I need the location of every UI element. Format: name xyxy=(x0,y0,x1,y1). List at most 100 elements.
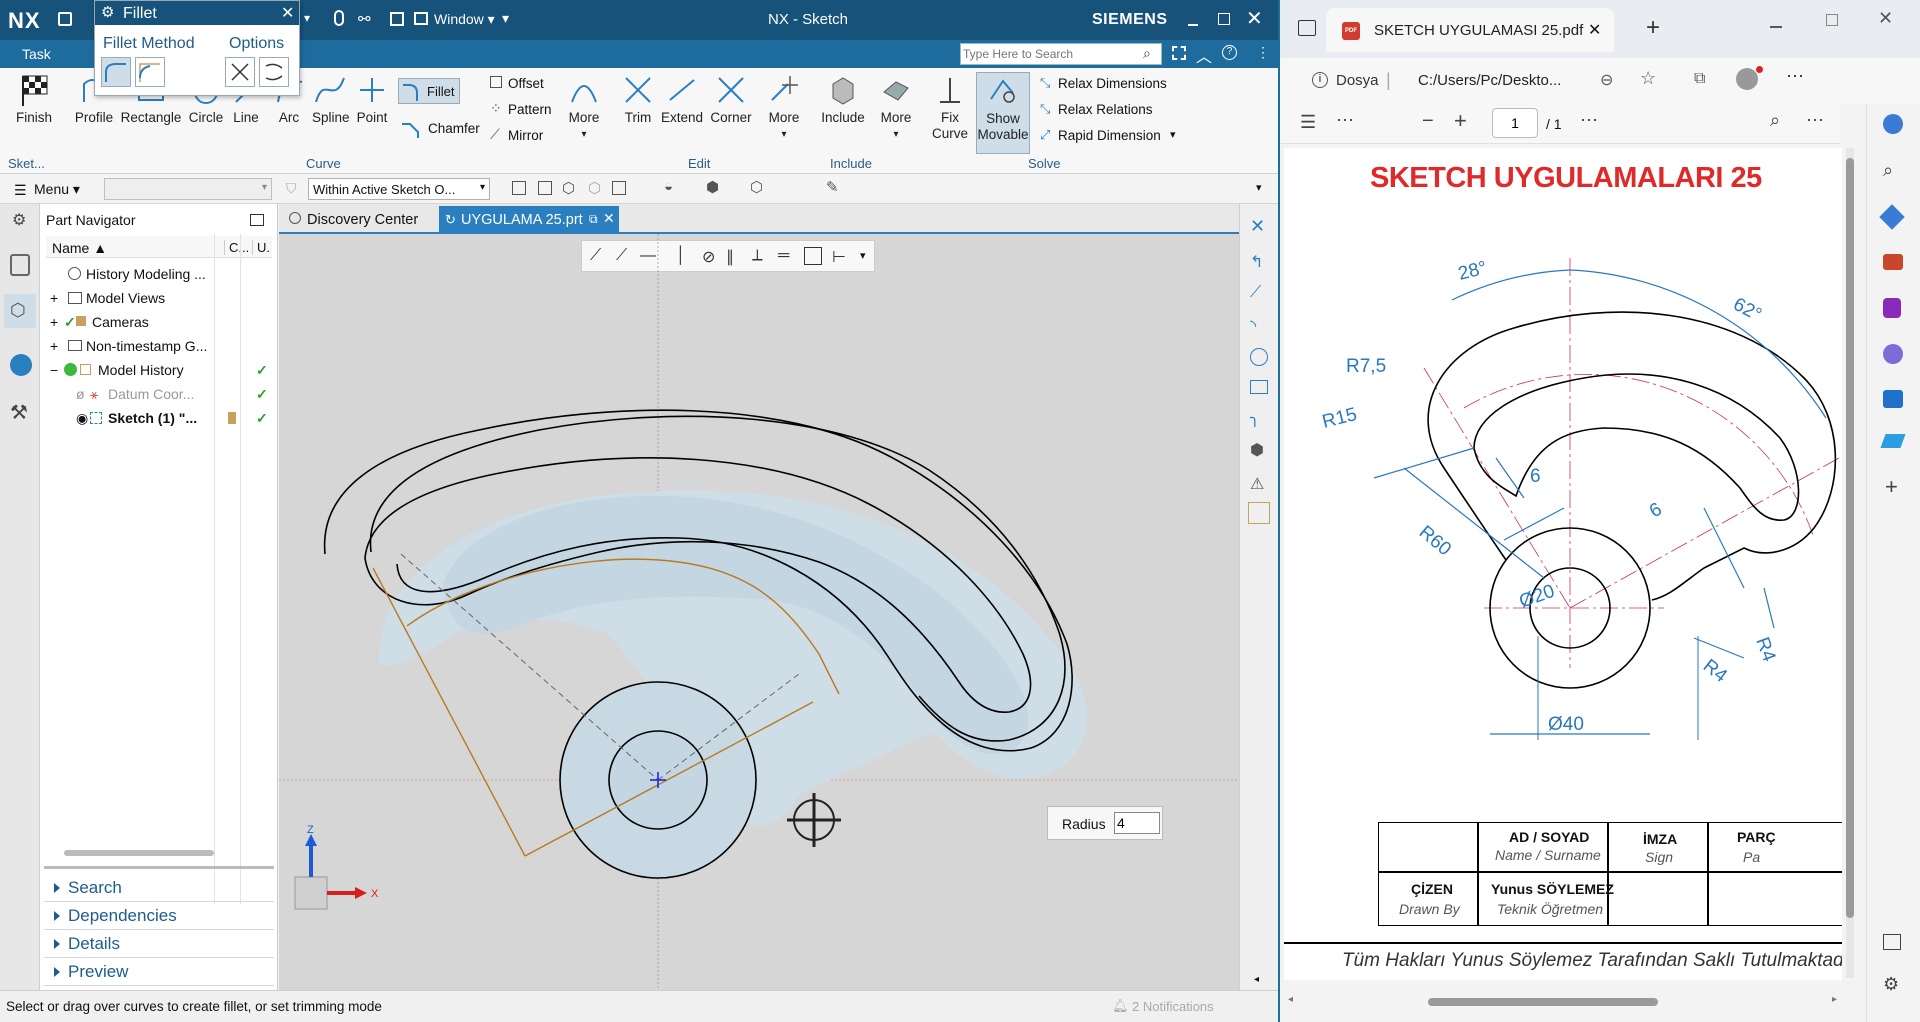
pdf-zoom-in-icon[interactable]: + xyxy=(1454,108,1467,134)
gear-icon[interactable]: ⚙ xyxy=(101,3,114,21)
fix-curve-button[interactable]: Fix Curve xyxy=(928,74,972,142)
accordion-preview[interactable]: Preview xyxy=(44,958,274,986)
column-u[interactable]: U. xyxy=(252,240,270,255)
eye-icon[interactable]: ◉ xyxy=(76,406,88,430)
search-icon[interactable]: ⌕ xyxy=(1143,45,1151,62)
hidden-eye-icon[interactable]: ø xyxy=(76,382,85,406)
browser-tab-close-icon[interactable]: ✕ xyxy=(1588,20,1601,40)
include-more-button[interactable]: More ▾ xyxy=(876,74,916,140)
tools-icon[interactable]: ⚒ xyxy=(10,400,28,425)
site-info-icon[interactable]: i xyxy=(1312,72,1328,88)
finish-button[interactable]: Finish xyxy=(12,74,56,125)
view-cube-icon[interactable]: ⬢ xyxy=(706,178,719,196)
dropdown-arrow-icon[interactable]: ▾ xyxy=(304,11,310,25)
finish-sketch-close-icon[interactable]: ✕ xyxy=(1250,216,1265,237)
zoom-out-icon[interactable]: ⊖ xyxy=(1600,70,1613,90)
add-sidebar-app-icon[interactable]: + xyxy=(1885,474,1898,500)
pdf-page-input[interactable] xyxy=(1492,108,1538,138)
navigator-splitter[interactable] xyxy=(44,866,274,869)
tree-item-history-modeling[interactable]: History Modeling ... xyxy=(46,262,272,286)
pdf-search-icon[interactable]: ⌕ xyxy=(1770,110,1780,131)
web-browser-icon[interactable] xyxy=(10,354,32,376)
close-icon[interactable]: ✕ xyxy=(1246,6,1263,31)
palette-collapse-icon[interactable]: ◂ xyxy=(1254,974,1259,985)
tools-briefcase-icon[interactable] xyxy=(1883,254,1903,270)
pdf-more-icon[interactable]: ⋯ xyxy=(1580,110,1598,131)
scroll-left-icon[interactable]: ◂ xyxy=(1288,994,1293,1005)
contents-icon[interactable]: ☰ xyxy=(1300,112,1316,133)
notifications-count[interactable]: 2 Notifications xyxy=(1132,999,1214,1014)
pdf-overflow-icon[interactable]: ⋯ xyxy=(1806,110,1824,131)
collapse-ribbon-icon[interactable]: ︿ xyxy=(1196,43,1212,67)
measure-icon[interactable]: ✎ xyxy=(826,178,839,196)
fullscreen-icon[interactable] xyxy=(1172,46,1186,60)
command-search[interactable]: ⌕ xyxy=(960,43,1162,65)
microphone-icon[interactable] xyxy=(334,10,344,26)
accordion-dependencies[interactable]: Dependencies xyxy=(44,902,274,930)
hamburger-icon[interactable]: ☰ xyxy=(14,182,27,199)
show-movable-button[interactable]: Show Movable xyxy=(976,72,1030,154)
tree-item-sketch[interactable]: ◉ Sketch (1) "... ✓ xyxy=(46,406,272,430)
customize-arrow-icon[interactable]: ▾ xyxy=(502,10,509,27)
outlook-icon[interactable] xyxy=(1883,390,1903,408)
browser-tab-pdf[interactable]: PDF SKETCH UYGULAMASI 25.pdf ✕ xyxy=(1326,8,1614,52)
select-feature-icon[interactable]: ⬡ xyxy=(588,179,601,197)
filter-icon[interactable]: ⛉ xyxy=(286,180,297,197)
snap-point-icon[interactable] xyxy=(512,181,526,195)
profile-small-icon[interactable]: ↰ xyxy=(1250,252,1263,272)
tree-item-model-views[interactable]: + Model Views xyxy=(46,286,272,310)
delete-third-curve-button[interactable] xyxy=(225,57,255,87)
edit-more-button[interactable]: More ▾ xyxy=(764,74,804,140)
search-input[interactable] xyxy=(963,45,1133,63)
more-options-icon[interactable]: ⋮ xyxy=(1256,44,1270,61)
browser-menu-icon[interactable]: ⋯ xyxy=(1786,66,1804,87)
tree-item-model-history[interactable]: − Model History ✓ xyxy=(46,358,272,382)
select-group-icon[interactable] xyxy=(612,181,626,195)
collapse-icon[interactable]: − xyxy=(50,358,58,382)
pdf-zoom-out-icon[interactable]: − xyxy=(1422,110,1434,133)
sidebar-search-icon[interactable]: ⌕ xyxy=(1883,160,1893,181)
pdf-vertical-thumb[interactable] xyxy=(1846,158,1854,918)
tab-close-icon[interactable]: ✕ xyxy=(603,210,615,227)
select-face-icon[interactable] xyxy=(538,181,552,195)
tab-actions-icon[interactable] xyxy=(1298,20,1316,36)
split-screen-icon[interactable]: ⧉ xyxy=(1694,70,1705,88)
fillet-method-untrim-button[interactable] xyxy=(135,57,165,87)
orient-view-icon[interactable]: ⬡ xyxy=(750,178,763,196)
help-icon[interactable]: ? xyxy=(1222,45,1237,60)
sidebar-toggle-icon[interactable] xyxy=(1883,934,1901,950)
rapid-dimension-button[interactable]: ⤢ Rapid Dimension ▾ xyxy=(1040,127,1180,148)
corner-button[interactable]: Corner xyxy=(708,74,754,125)
maximize-icon[interactable] xyxy=(1218,13,1230,25)
new-tab-icon[interactable]: + xyxy=(1646,14,1660,42)
profile-avatar[interactable] xyxy=(1736,68,1758,90)
radius-value-input[interactable] xyxy=(1114,812,1160,834)
resource-settings-icon[interactable]: ⚙ xyxy=(12,210,26,230)
pattern-button[interactable]: ⁘ Pattern xyxy=(490,100,560,122)
pdf-more-left-icon[interactable]: ⋯ xyxy=(1336,110,1354,131)
part-navigator-icon[interactable] xyxy=(10,254,30,276)
display-constraints-icon[interactable] xyxy=(1248,502,1270,524)
rapid-dimension-arrow-icon[interactable]: ▾ xyxy=(1170,128,1176,141)
arc-small-icon[interactable]: ◝ xyxy=(1250,316,1256,336)
drop-send-icon[interactable] xyxy=(1880,434,1906,448)
pdf-horizontal-thumb[interactable] xyxy=(1428,998,1658,1006)
notification-bell-icon[interactable] xyxy=(1883,114,1903,134)
create-alternate-fillet-button[interactable] xyxy=(259,57,289,87)
expand-icon[interactable]: + xyxy=(50,286,58,310)
offset-button[interactable]: Offset xyxy=(490,76,560,96)
minimize-icon[interactable] xyxy=(1188,24,1198,26)
expand-icon[interactable]: + xyxy=(50,310,58,334)
browser-settings-icon[interactable]: ⚙ xyxy=(1883,974,1899,995)
toolbar-overflow-icon[interactable]: ▾ xyxy=(1256,181,1262,194)
browser-close-icon[interactable]: ✕ xyxy=(1878,8,1893,29)
favorite-star-icon[interactable]: ☆ xyxy=(1640,68,1656,89)
circle-small-icon[interactable] xyxy=(1250,348,1268,366)
tab-discovery-center[interactable]: Discovery Center xyxy=(283,208,439,232)
tree-item-datum-csys[interactable]: ø ⚹ Datum Coor... ✓ xyxy=(46,382,272,406)
window-menu[interactable]: Window ▾ xyxy=(434,11,495,28)
curve-more-button[interactable]: More ▾ xyxy=(564,74,604,140)
sketch-canvas[interactable]: Z X xyxy=(279,234,1239,990)
chamfer-button[interactable]: Chamfer xyxy=(398,116,482,142)
games-icon[interactable] xyxy=(1883,298,1901,318)
